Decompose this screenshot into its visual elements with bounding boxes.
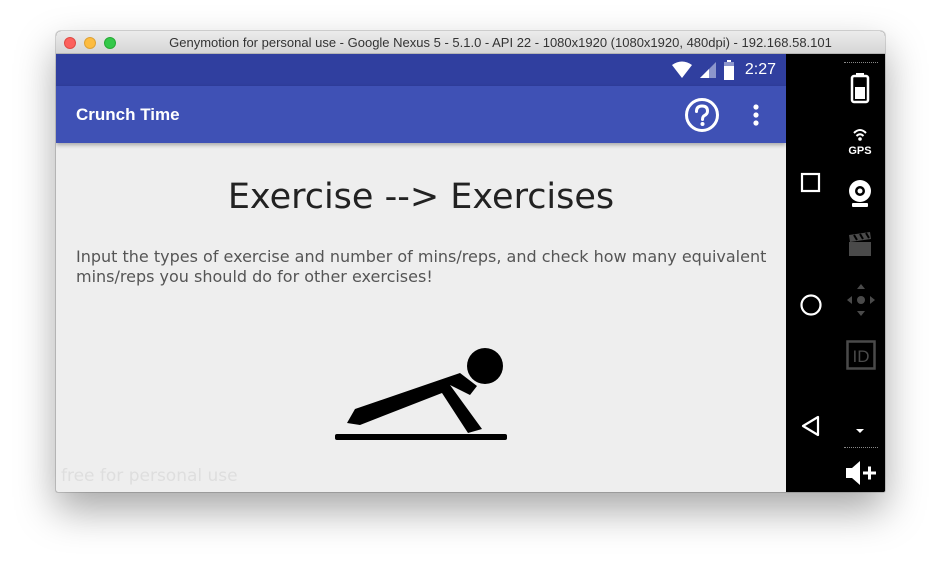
app-title: Crunch Time [76,105,180,124]
battery-icon [850,73,870,104]
window-titlebar[interactable]: Genymotion for personal use - Google Nex… [56,31,885,54]
wifi-icon [671,61,692,78]
webcam-tool-button[interactable] [846,178,874,215]
gps-label: GPS [848,145,871,156]
cell-signal-icon [699,62,716,78]
battery-icon [723,60,734,80]
dpad-icon [847,284,875,316]
gps-tool-button[interactable]: GPS [845,124,875,161]
video-capture-icon [849,232,871,256]
pushup-icon [335,348,507,440]
device-id-label: ID [853,347,870,366]
description-text: Input the types of exercise and number o… [76,247,767,286]
toolbar-divider [844,62,878,63]
gps-icon: GPS [848,129,872,157]
webcam-icon [849,180,871,207]
android-nav-buttons [786,54,836,492]
back-icon [801,415,820,437]
back-button[interactable] [800,414,822,443]
dpad-tool-button[interactable] [846,283,876,322]
chevron-down-icon [856,429,864,433]
battery-tool-button[interactable] [850,72,870,109]
volume-up-button[interactable] [844,458,878,492]
overflow-menu-icon [753,104,759,126]
clock: 2:27 [744,61,776,78]
page-title: Exercise --> Exercises [227,177,615,217]
genymotion-toolbar: GPS ID [836,54,885,492]
recent-apps-icon [800,172,821,193]
emulator-sidebar: GPS ID [786,54,885,492]
app-bar: Crunch Time [56,86,786,143]
help-button[interactable] [684,97,720,133]
status-bar: 2:27 [56,54,786,86]
window-title: Genymotion for personal use - Google Nex… [169,35,832,50]
toolbar-divider [844,447,878,448]
recent-apps-button[interactable] [800,172,822,199]
phone-screen: 2:27 Crunch Time Exercise --> Exercises … [56,54,786,492]
scroll-up-more-button[interactable] [855,422,865,440]
status-icons: 2:27 [671,59,776,81]
device-id-tool-button[interactable]: ID [846,340,876,375]
volume-up-icon [846,461,876,485]
help-icon [685,98,719,132]
device-id-icon: ID [846,340,876,370]
home-button[interactable] [799,293,823,322]
overflow-menu-button[interactable] [744,98,768,132]
watermark: free for personal use [61,466,238,486]
video-capture-tool-button[interactable] [847,231,873,264]
emulator-window: Genymotion for personal use - Google Nex… [56,31,885,492]
home-icon [800,294,822,316]
main-content: Exercise --> Exercises Input the types o… [56,143,786,492]
